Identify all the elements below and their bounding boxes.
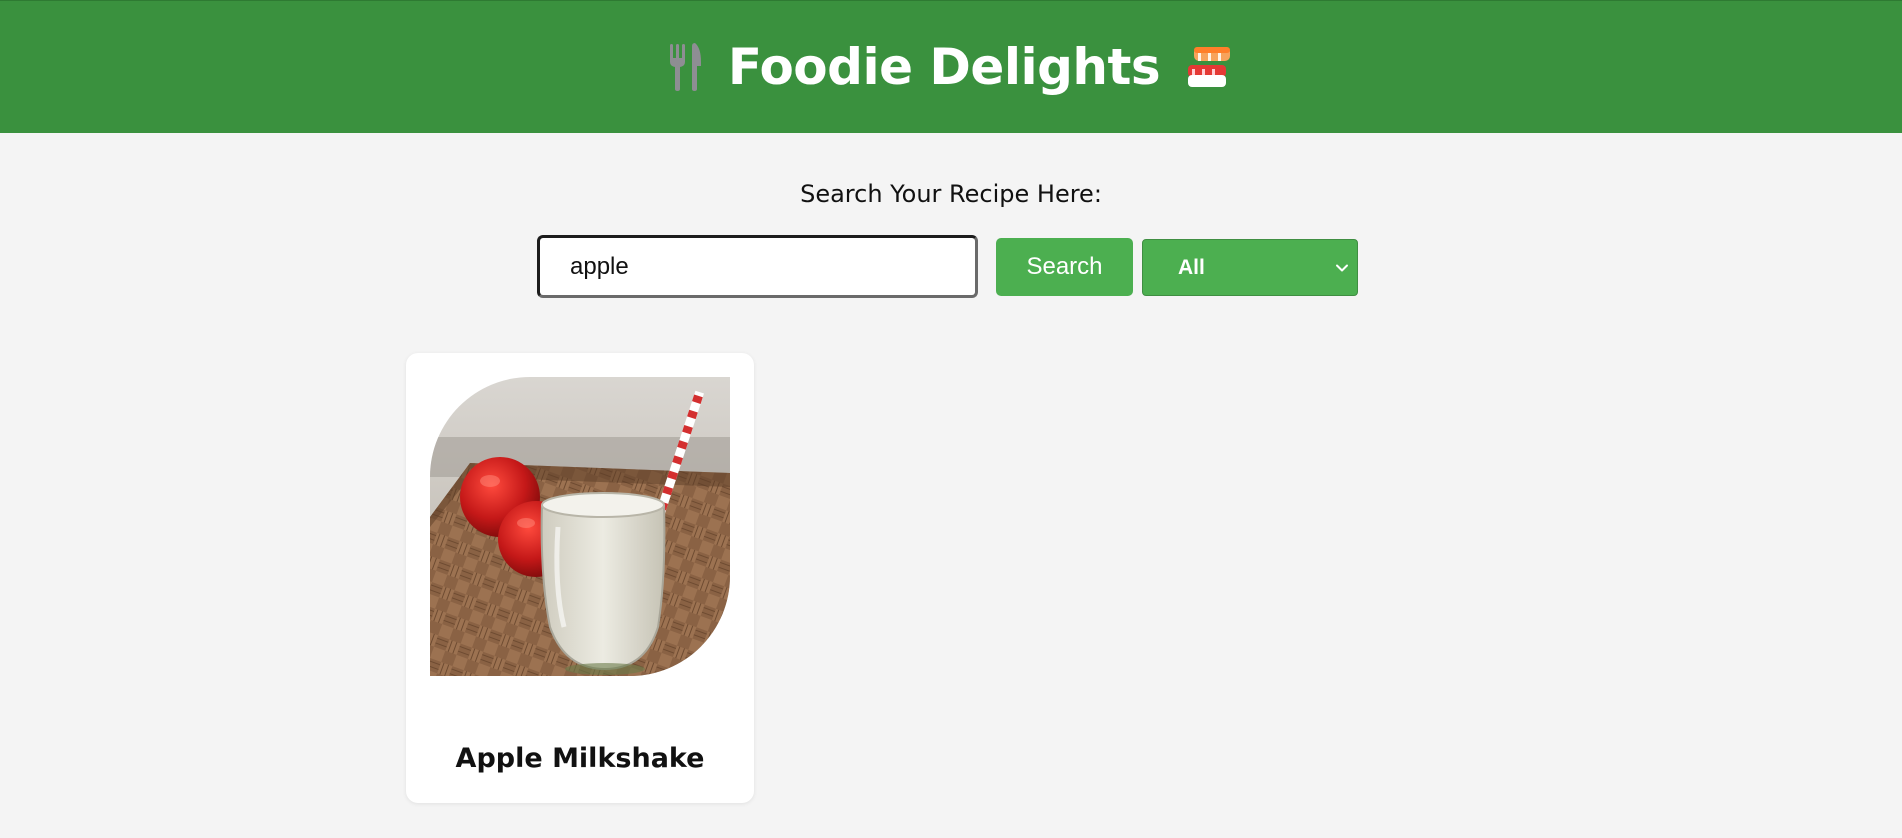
page-title: Foodie Delights — [727, 38, 1161, 96]
category-select-value: All — [1178, 255, 1205, 279]
header-bar: Foodie Delights — [0, 0, 1902, 133]
recipe-card[interactable]: Apple Milkshake — [406, 353, 754, 803]
fork-knife-icon — [668, 42, 702, 92]
chevron-down-icon — [1335, 258, 1349, 277]
category-select[interactable]: All — [1142, 239, 1358, 296]
search-button[interactable]: Search — [996, 238, 1133, 296]
recipe-image — [430, 377, 730, 676]
search-input[interactable] — [537, 235, 978, 298]
sushi-icon — [1186, 45, 1234, 89]
header-brand: Foodie Delights — [668, 38, 1234, 96]
recipe-title: Apple Milkshake — [455, 743, 705, 774]
search-label: Search Your Recipe Here: — [800, 180, 1102, 208]
